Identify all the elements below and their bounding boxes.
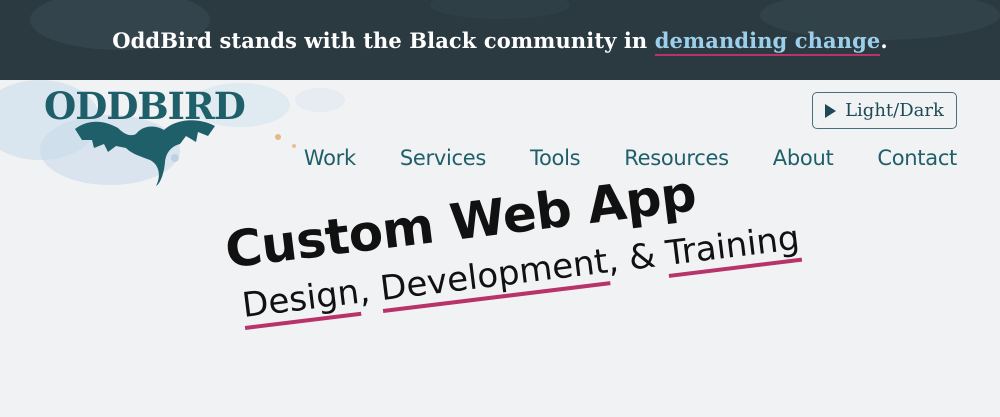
hero-section: Custom Web App Design, Development, & Tr… — [222, 152, 803, 330]
demanding-change-link[interactable]: demanding change — [654, 27, 881, 56]
nav-item-services[interactable]: Services — [400, 146, 486, 170]
banner-text: OddBird stands with the Black community … — [112, 27, 888, 56]
nav-item-contact[interactable]: Contact — [877, 146, 957, 170]
toggle-label: Light/Dark — [845, 100, 944, 121]
subtitle-sep-2: , & — [605, 234, 669, 282]
announcement-banner: OddBird stands with the Black community … — [0, 0, 1000, 80]
light-dark-toggle-button[interactable]: Light/Dark — [812, 92, 957, 129]
bird-icon — [75, 120, 215, 186]
subtitle-training: Training — [663, 217, 803, 278]
subtitle-design: Design — [239, 271, 362, 330]
banner-suffix: . — [880, 27, 888, 53]
banner-prefix: OddBird stands with the Black community … — [112, 27, 655, 53]
nav-item-work[interactable]: Work — [304, 146, 356, 170]
nav-item-tools[interactable]: Tools — [530, 146, 581, 170]
main-nav: Work Services Tools Resources About Cont… — [304, 146, 957, 170]
oddbird-logo[interactable]: ODDBIRD — [30, 84, 270, 194]
play-icon — [825, 103, 837, 118]
